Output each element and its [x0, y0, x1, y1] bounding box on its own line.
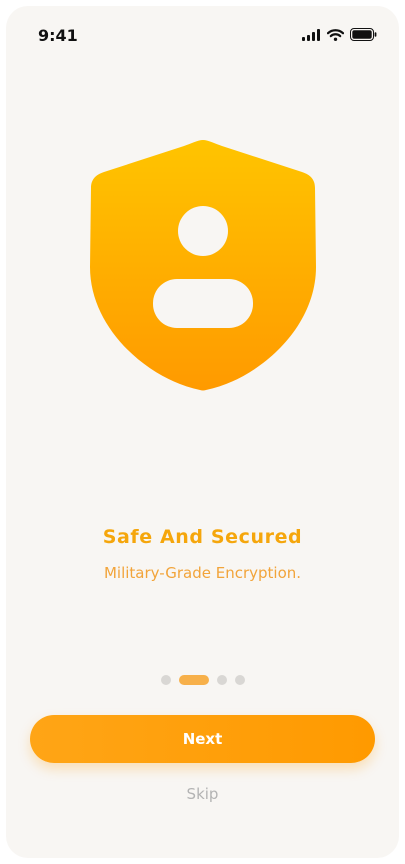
phone-screen: 9:41 Safe And Secured Military-Grade Enc…: [6, 6, 399, 858]
status-time: 9:41: [38, 26, 78, 45]
status-bar: 9:41: [6, 6, 399, 64]
wifi-icon: [326, 28, 345, 46]
pagination-dots: [161, 675, 245, 685]
battery-icon: [350, 28, 377, 46]
pagination-dot-3[interactable]: [217, 675, 227, 685]
next-button[interactable]: Next: [30, 715, 375, 763]
pagination-dot-1[interactable]: [161, 675, 171, 685]
skip-link[interactable]: Skip: [6, 785, 399, 803]
onboarding-subtitle: Military-Grade Encryption.: [103, 564, 302, 582]
signal-icon: [302, 28, 321, 46]
onboarding-title: Safe And Secured: [102, 526, 303, 548]
status-icons: [302, 28, 377, 46]
shield-user-icon: [90, 140, 316, 392]
pagination-dot-4[interactable]: [235, 675, 245, 685]
pagination-dot-2[interactable]: [179, 675, 209, 685]
